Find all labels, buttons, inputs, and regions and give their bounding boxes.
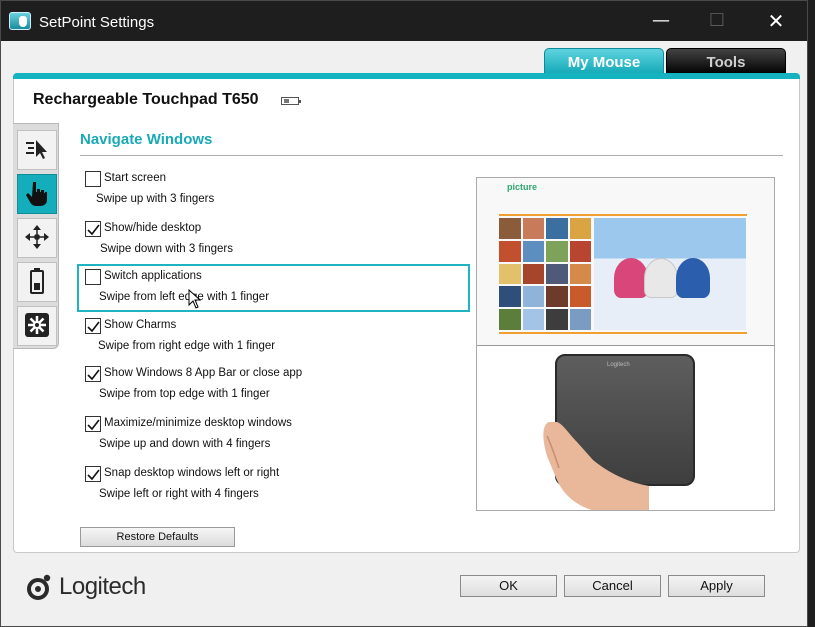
option-desc: Swipe left or right with 4 fingers xyxy=(99,488,259,500)
touchpad-brand: Logitech xyxy=(607,362,630,368)
tab-my-mouse[interactable]: My Mouse xyxy=(544,48,664,75)
setpoint-window: SetPoint Settings — ☐ ✕ My Mouse Tools R… xyxy=(0,0,808,627)
option-desc: Swipe up and down with 4 fingers xyxy=(99,438,271,450)
checkbox-maximize-minimize[interactable] xyxy=(85,416,101,432)
section-title: Navigate Windows xyxy=(80,131,213,148)
checkbox-switch-applications[interactable] xyxy=(85,269,101,285)
preview-screen: picture xyxy=(477,178,774,346)
section-divider xyxy=(80,155,783,156)
option-desc: Swipe from left edge with 1 finger xyxy=(99,291,270,303)
close-button[interactable]: ✕ xyxy=(746,1,806,41)
checkmark-icon xyxy=(87,369,100,381)
option-snap-windows: Snap desktop windows left or right Swipe… xyxy=(85,466,465,506)
minimize-button[interactable]: — xyxy=(631,1,691,41)
option-label: Maximize/minimize desktop windows xyxy=(104,417,292,429)
mouse-cursor-icon xyxy=(188,289,202,309)
hand-image xyxy=(543,422,649,510)
ok-button[interactable]: OK xyxy=(460,575,557,597)
photo-thumbnails xyxy=(499,218,591,330)
setpoint-app-icon xyxy=(9,12,31,30)
sidebar-item-settings[interactable] xyxy=(17,306,57,346)
option-desc: Swipe down with 3 fingers xyxy=(100,243,233,255)
window-title: SetPoint Settings xyxy=(39,14,155,31)
checkbox-snap-windows[interactable] xyxy=(85,466,101,482)
settings-gear-icon xyxy=(24,312,50,341)
title-bar: SetPoint Settings — ☐ ✕ xyxy=(1,1,807,41)
preview-bar-top xyxy=(499,214,747,216)
option-desc: Swipe up with 3 fingers xyxy=(96,193,215,205)
option-label: Show Charms xyxy=(104,319,177,331)
hand-gesture-icon xyxy=(25,180,49,209)
cancel-button[interactable]: Cancel xyxy=(564,575,661,597)
option-show-hide-desktop: Show/hide desktop Swipe down with 3 fing… xyxy=(85,221,465,261)
apply-button[interactable]: Apply xyxy=(668,575,765,597)
option-maximize-minimize: Maximize/minimize desktop windows Swipe … xyxy=(85,416,465,456)
pointer-speed-icon xyxy=(25,137,49,164)
tab-tools[interactable]: Tools xyxy=(666,48,786,75)
maximize-button[interactable]: ☐ xyxy=(687,1,747,41)
preview-bar-bottom xyxy=(499,332,747,334)
checkbox-app-bar[interactable] xyxy=(85,366,101,382)
logitech-mark-icon xyxy=(27,574,51,600)
battery-status-icon xyxy=(30,267,44,297)
featured-photo xyxy=(594,218,746,330)
option-label: Switch applications xyxy=(104,270,202,282)
option-desc: Swipe from top edge with 1 finger xyxy=(99,388,270,400)
option-switch-applications: Switch applications Swipe from left edge… xyxy=(85,269,465,309)
checkbox-start-screen[interactable] xyxy=(85,171,101,187)
option-label: Start screen xyxy=(104,172,166,184)
checkbox-show-charms[interactable] xyxy=(85,318,101,334)
sidebar-item-battery[interactable] xyxy=(17,262,57,302)
sidebar xyxy=(13,123,59,349)
option-label: Snap desktop windows left or right xyxy=(104,467,280,479)
scroll-move-icon xyxy=(24,224,50,253)
sidebar-item-gestures[interactable] xyxy=(17,174,57,214)
option-show-charms: Show Charms Swipe from right edge with 1… xyxy=(85,318,465,358)
option-label: Show Windows 8 App Bar or close app xyxy=(104,367,303,379)
option-label: Show/hide desktop xyxy=(104,222,202,234)
logo-text: Logitech xyxy=(59,573,146,600)
device-name: Rechargeable Touchpad T650 xyxy=(33,91,259,108)
gesture-preview: picture Logitech xyxy=(476,177,775,511)
option-desc: Swipe from right edge with 1 finger xyxy=(98,340,276,352)
preview-app-name: picture xyxy=(507,182,538,192)
checkmark-icon xyxy=(87,224,100,236)
photo-subjects xyxy=(614,248,724,308)
option-start-screen: Start screen Swipe up with 3 fingers xyxy=(85,171,465,211)
checkbox-show-hide-desktop[interactable] xyxy=(85,221,101,237)
option-app-bar: Show Windows 8 App Bar or close app Swip… xyxy=(85,366,465,406)
sidebar-item-scroll[interactable] xyxy=(17,218,57,258)
sidebar-item-pointer[interactable] xyxy=(17,130,57,170)
checkmark-icon xyxy=(87,321,100,333)
logitech-logo: Logitech xyxy=(25,572,146,602)
restore-defaults-button[interactable]: Restore Defaults xyxy=(80,527,235,547)
checkmark-icon xyxy=(87,419,100,431)
checkmark-icon xyxy=(87,469,100,481)
battery-icon xyxy=(281,97,301,105)
